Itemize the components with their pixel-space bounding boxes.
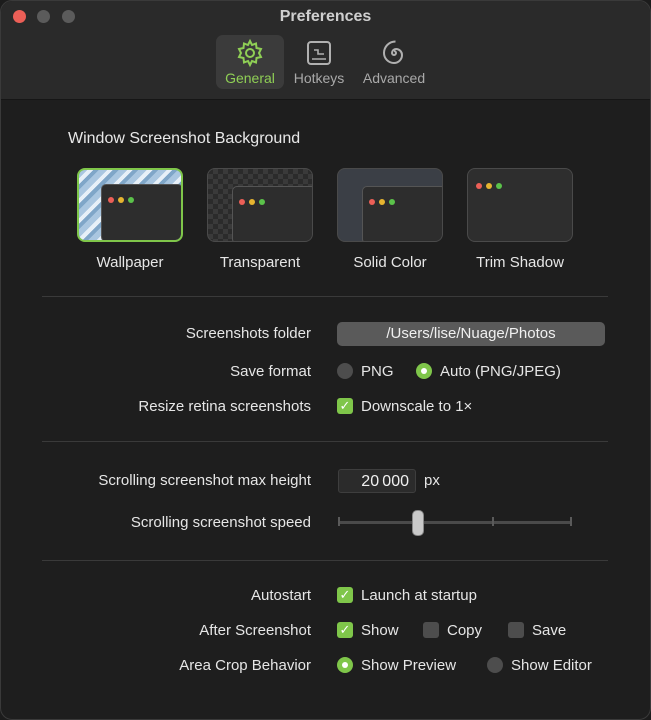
after-screenshot-label: After Screenshot [199, 622, 311, 639]
bg-option-solid-color[interactable]: Solid Color [337, 168, 443, 271]
after-save-checkbox[interactable]: Save [508, 622, 566, 640]
radio-indicator [487, 657, 503, 674]
checkbox-label: Launch at startup [361, 587, 477, 604]
background-section-title: Window Screenshot Background [68, 130, 301, 147]
divider [42, 296, 608, 297]
radio-indicator [416, 363, 432, 380]
checkbox-indicator [423, 622, 439, 639]
keyboard-shortcut-icon [304, 38, 334, 68]
bg-option-label: Trim Shadow [476, 254, 564, 271]
checkbox-label: Downscale to 1× [361, 398, 473, 415]
after-show-checkbox[interactable]: ✓ Show [337, 622, 399, 640]
save-format-auto-radio[interactable]: Auto (PNG/JPEG) [416, 363, 561, 381]
scroll-max-height-unit: px [424, 472, 440, 489]
slider-tick [492, 517, 494, 526]
tab-general[interactable]: General [216, 35, 284, 89]
divider [42, 441, 608, 442]
wallpaper-thumbnail [77, 168, 183, 242]
area-crop-label: Area Crop Behavior [179, 657, 311, 674]
trim-shadow-thumbnail [467, 168, 573, 242]
show-editor-radio[interactable]: Show Editor [487, 657, 592, 675]
bg-option-label: Transparent [219, 254, 301, 271]
bg-option-wallpaper[interactable]: Wallpaper [77, 168, 183, 271]
radio-label: Show Editor [511, 657, 592, 674]
radio-indicator [337, 363, 353, 380]
tab-hotkeys[interactable]: Hotkeys [288, 35, 350, 89]
tab-advanced[interactable]: Advanced [358, 35, 430, 89]
divider [42, 560, 608, 561]
window-title: Preferences [279, 8, 372, 25]
radio-label: Show Preview [361, 657, 457, 674]
preferences-window: Preferences General Hotkeys Advanced Win… [0, 0, 651, 720]
bg-option-transparent[interactable]: Transparent [207, 168, 313, 271]
checkmark-icon: ✓ [337, 622, 353, 639]
screenshots-folder-button[interactable]: /Users/lise/Nuage/Photos [337, 322, 605, 346]
checkbox-indicator [508, 622, 524, 639]
screenshots-folder-label: Screenshots folder [185, 325, 311, 342]
checkbox-label: Copy [447, 622, 483, 639]
save-format-label: Save format [230, 363, 311, 380]
mini-window-preview [232, 186, 312, 241]
checkbox-label: Show [361, 622, 399, 639]
tab-advanced-label: Advanced [362, 70, 426, 86]
mini-window-preview [101, 184, 181, 240]
spiral-icon [379, 38, 409, 68]
radio-label: Auto (PNG/JPEG) [440, 363, 561, 380]
autostart-label: Autostart [250, 587, 311, 604]
gear-icon [235, 38, 265, 68]
scroll-max-height-input[interactable]: 20 000 [338, 469, 416, 493]
bg-option-trim-shadow[interactable]: Trim Shadow [467, 168, 573, 271]
radio-indicator [337, 657, 353, 674]
bg-option-label: Solid Color [353, 254, 427, 271]
launch-at-startup-checkbox[interactable]: ✓ Launch at startup [337, 587, 477, 605]
slider-tick [570, 517, 572, 526]
scroll-speed-slider-track[interactable] [338, 521, 572, 524]
save-format-png-radio[interactable]: PNG [337, 363, 394, 381]
tab-general-label: General [225, 70, 275, 86]
bg-option-label: Wallpaper [96, 254, 164, 271]
tab-hotkeys-label: Hotkeys [293, 70, 345, 86]
checkbox-label: Save [532, 622, 567, 639]
checkmark-icon: ✓ [337, 398, 353, 415]
scroll-speed-label: Scrolling screenshot speed [130, 514, 311, 531]
solid-color-thumbnail [337, 168, 443, 242]
mini-window-preview [362, 186, 442, 241]
downscale-checkbox[interactable]: ✓ Downscale to 1× [337, 398, 472, 416]
slider-tick [338, 517, 340, 526]
radio-label: PNG [361, 363, 394, 380]
show-preview-radio[interactable]: Show Preview [337, 657, 456, 675]
titlebar: Preferences General Hotkeys Advanced [1, 1, 650, 100]
checkmark-icon: ✓ [337, 587, 353, 604]
resize-retina-label: Resize retina screenshots [138, 398, 311, 415]
scroll-max-height-label: Scrolling screenshot max height [98, 472, 311, 489]
scroll-speed-slider-knob[interactable] [412, 510, 424, 536]
transparent-thumbnail [207, 168, 313, 242]
after-copy-checkbox[interactable]: Copy [423, 622, 482, 640]
